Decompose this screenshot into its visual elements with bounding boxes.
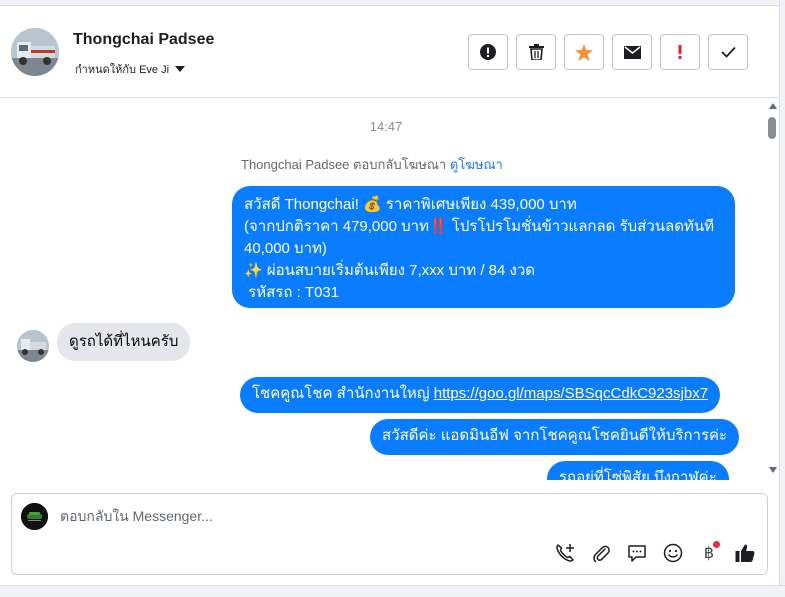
maps-link[interactable]: https://goo.gl/maps/SBSqcCdkC923sjbx7 [434, 385, 708, 402]
scroll-up-arrow-icon[interactable] [769, 103, 777, 109]
star-button[interactable] [564, 34, 604, 70]
assignee-label: กำหนดให้กับ Eve Ji [75, 64, 170, 76]
composer-tools: ฿ [553, 541, 757, 565]
check-icon [720, 46, 736, 58]
exclamation-circle-icon [480, 44, 496, 60]
notification-dot [713, 541, 720, 548]
flag-important-button[interactable] [660, 34, 700, 70]
view-ad-link[interactable]: ดูโฆษณา [450, 157, 503, 172]
header-actions [468, 34, 748, 70]
message-composer: ฿ [11, 493, 768, 575]
message-timestamp: 14:47 [369, 119, 403, 134]
like-button[interactable] [733, 541, 757, 565]
assignee-selector[interactable]: กำหนดให้กับ Eve Ji [75, 60, 186, 78]
scroll-thumb[interactable] [768, 117, 776, 139]
message-line: (จากปกติราคา 479,000 บาท‼️ โปรโปรโมชั่นข… [244, 218, 714, 235]
report-spam-button[interactable] [468, 34, 508, 70]
outgoing-message-promo: สวัสดี Thongchai! 💰 ราคาพิเศษเพียง 439,0… [232, 186, 735, 308]
call-add-button[interactable] [553, 541, 577, 565]
contact-avatar[interactable] [11, 28, 59, 76]
bottom-strip [0, 585, 785, 597]
attach-button[interactable] [589, 541, 613, 565]
message-line: รหัสรถ : T031 [244, 284, 340, 301]
saved-replies-button[interactable] [625, 541, 649, 565]
trash-icon [528, 44, 544, 60]
mark-done-button[interactable] [708, 34, 748, 70]
outgoing-message-car-location: รถอยู่ที่โซ่พิสัย บึงกาฬค่ะ [547, 461, 729, 480]
message-line: สวัสดี Thongchai! 💰 ราคาพิเศษเพียง 439,0… [244, 196, 577, 213]
star-icon [575, 43, 593, 61]
scroll-down-arrow-icon[interactable] [769, 467, 777, 473]
message-line: ✨ ผ่อนสบายเริ่มต้นเพียง 7,xxx บาท / 84 ง… [244, 262, 535, 279]
saved-reply-icon [628, 545, 646, 562]
emoji-button[interactable] [661, 541, 685, 565]
ad-reply-note: Thongchai Padsee ตอบกลับโฆษณา ดูโฆษณา [241, 154, 503, 175]
conversation-header: Thongchai Padsee กำหนดให้กับ Eve Ji [0, 6, 779, 98]
ad-reply-text: Thongchai Padsee ตอบกลับโฆษณา [241, 157, 447, 172]
payment-button[interactable]: ฿ [697, 541, 721, 565]
incoming-message: ดูรถได้ที่ไหนครับ [57, 323, 191, 361]
mark-unread-button[interactable] [612, 34, 652, 70]
message-line: 40,000 บาท) [244, 240, 327, 257]
paperclip-icon [593, 545, 610, 563]
call-add-icon [556, 544, 574, 562]
page-avatar [21, 503, 48, 530]
outgoing-message-location: โชคคูณโชค สำนักงานใหญ่ https://goo.gl/ma… [240, 377, 721, 413]
outgoing-message-greeting: สวัสดีค่ะ แอดมินอีฟ จากโชคคูณโชคยินดีให้… [370, 419, 740, 455]
caret-down-icon [175, 66, 186, 72]
message-thread[interactable]: 14:47 Thongchai Padsee ตอบกลับโฆษณา ดูโฆ… [0, 99, 766, 480]
message-text: โชคคูณโชค สำนักงานใหญ่ [252, 385, 434, 402]
emoji-icon [663, 543, 683, 563]
exclamation-icon [678, 45, 682, 59]
thread-scrollbar[interactable] [766, 99, 779, 480]
reply-input[interactable] [60, 508, 660, 524]
envelope-icon [623, 45, 641, 59]
contact-name: Thongchai Padsee [73, 31, 215, 48]
window-edge [779, 0, 785, 597]
delete-button[interactable] [516, 34, 556, 70]
like-icon [735, 544, 755, 562]
contact-avatar-small[interactable] [17, 330, 49, 362]
